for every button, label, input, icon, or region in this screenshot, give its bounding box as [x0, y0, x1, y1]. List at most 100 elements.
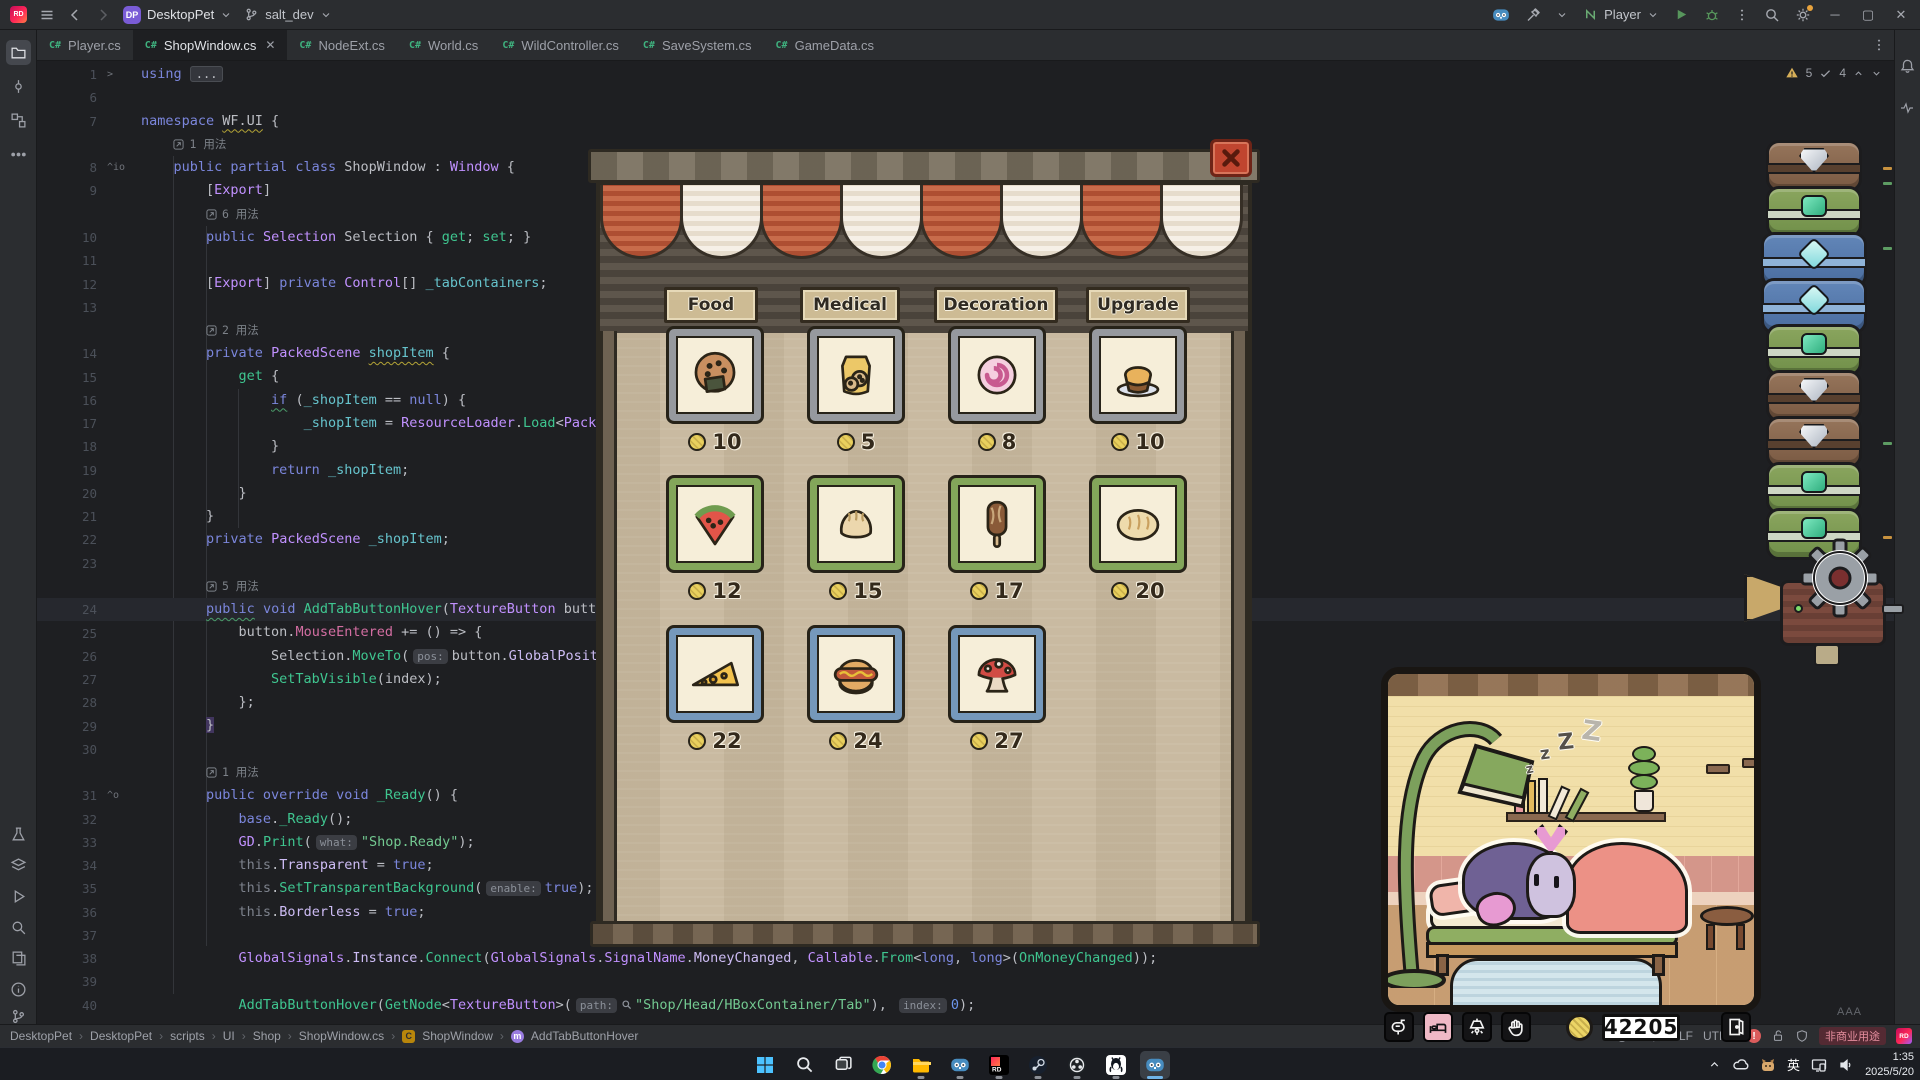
search-everywhere-icon[interactable] [1764, 7, 1780, 23]
run-button[interactable] [1674, 7, 1689, 22]
fold-icon[interactable]: > [107, 69, 141, 80]
mailbox-button[interactable] [1384, 1012, 1414, 1042]
editor-tab[interactable]: C# World.cs [397, 30, 490, 60]
taskbar-app-godot[interactable] [945, 1051, 975, 1079]
taskbar-app-taskview[interactable] [828, 1051, 858, 1079]
breadcrumb-item[interactable]: UI [223, 1029, 235, 1043]
project-selector[interactable]: DP DesktopPet [123, 5, 232, 24]
breadcrumb-item[interactable]: DesktopPet [10, 1029, 72, 1043]
override-marker-icon[interactable]: ^io [107, 162, 141, 173]
files-tool-icon[interactable] [6, 946, 31, 971]
chest-green[interactable] [1766, 324, 1862, 376]
breadcrumb-item[interactable]: ShopWindow [422, 1029, 493, 1043]
maximize-button[interactable]: ▢ [1859, 7, 1877, 23]
problems-info-icon[interactable] [6, 977, 31, 1002]
search-tool-icon[interactable] [6, 915, 31, 940]
breadcrumb-item[interactable]: AddTabButtonHover [531, 1029, 638, 1043]
editor-tab[interactable]: C# SaveSystem.cs [631, 30, 764, 60]
settings-gear-icon[interactable] [1795, 4, 1813, 23]
taskbar-app-godot[interactable] [1140, 1050, 1170, 1079]
taskbar-app-search[interactable] [789, 1051, 819, 1079]
shop-close-button[interactable] [1210, 139, 1252, 177]
taskbar-app-steam[interactable] [1023, 1051, 1053, 1079]
code-line[interactable]: 1 > using ... [37, 63, 1894, 86]
debug-button[interactable] [1704, 7, 1720, 23]
hidden-icons-chevron[interactable] [1708, 1058, 1721, 1071]
shop-tab-upgrade[interactable]: Upgrade [1086, 287, 1190, 323]
weather-cloud-icon[interactable] [1732, 1056, 1749, 1073]
shop-item-hotdog[interactable] [807, 625, 905, 723]
chest-green[interactable] [1766, 186, 1862, 238]
door-exit-button[interactable] [1721, 1012, 1751, 1042]
pet-tray-icon[interactable] [1760, 1057, 1776, 1073]
layers-icon[interactable] [6, 853, 31, 878]
chevron-down-icon[interactable] [1556, 9, 1568, 21]
tab-close-icon[interactable]: ✕ [265, 38, 275, 52]
more-kebab-icon[interactable] [1735, 8, 1749, 22]
editor-tab[interactable]: C# WildController.cs [490, 30, 631, 60]
bed-button[interactable] [1423, 1012, 1453, 1042]
shop-item-onigiri[interactable] [666, 326, 764, 424]
machine-toy[interactable] [1744, 538, 1906, 680]
breadcrumb-item[interactable]: Shop [253, 1029, 281, 1043]
license-chip[interactable]: 非商业用途 [1819, 1027, 1886, 1045]
run-tool-icon[interactable] [6, 884, 31, 909]
breadcrumb-item[interactable]: scripts [170, 1029, 205, 1043]
shop-item-bread[interactable] [1089, 475, 1187, 573]
code-line[interactable]: 6 [37, 86, 1894, 109]
shop-item-cookie-bag[interactable] [807, 326, 905, 424]
shop-item-swirl-candy[interactable] [948, 326, 1046, 424]
forward-icon[interactable] [95, 7, 111, 23]
minimize-button[interactable]: ─ [1826, 7, 1844, 22]
build-hammer-icon[interactable] [1525, 7, 1541, 23]
lamp-button[interactable] [1462, 1012, 1492, 1042]
chest-brown[interactable] [1766, 416, 1862, 468]
run-config-selector[interactable]: Player [1583, 7, 1659, 22]
editor-tab[interactable]: C# NodeExt.cs [287, 30, 397, 60]
shop-item-popsicle[interactable] [948, 475, 1046, 573]
breadcrumb-item[interactable]: DesktopPet [90, 1029, 152, 1043]
editor-tab[interactable]: C# ShopWindow.cs ✕ [132, 30, 288, 60]
main-menu-icon[interactable] [39, 7, 55, 23]
notifications-bell-icon[interactable] [1899, 58, 1917, 76]
shop-tab-decoration[interactable]: Decoration [934, 287, 1058, 323]
taskbar-app-rider[interactable]: RD [984, 1051, 1014, 1079]
taskbar-app-windows[interactable] [750, 1051, 780, 1079]
shop-item-pudding[interactable] [1089, 326, 1187, 424]
godot-editor-icon[interactable] [1492, 6, 1510, 24]
ime-indicator[interactable]: 英 [1787, 1055, 1800, 1074]
back-icon[interactable] [67, 7, 83, 23]
shop-item-cheese[interactable] [666, 625, 764, 723]
chest-brown[interactable] [1766, 370, 1862, 422]
structure-icon[interactable] [6, 108, 31, 133]
taskbar-app-explorer[interactable] [906, 1051, 936, 1079]
branch-selector[interactable]: salt_dev [244, 7, 331, 22]
breadcrumb-item[interactable]: ShopWindow.cs [299, 1029, 384, 1043]
shield-icon[interactable] [1795, 1029, 1809, 1043]
shop-item-mushroom[interactable] [948, 625, 1046, 723]
taskbar-clock[interactable]: 1:35 2025/5/20 [1865, 1050, 1914, 1079]
profiler-pulse-icon[interactable] [1899, 100, 1917, 118]
taskbar-app-qq[interactable] [1101, 1051, 1131, 1079]
commit-icon[interactable] [6, 74, 31, 99]
editor-tab[interactable]: C# Player.cs [37, 30, 133, 60]
tabbar-kebab-icon[interactable] [1872, 30, 1894, 60]
inspections-widget[interactable]: 5 4 [1785, 66, 1882, 80]
chest-brown[interactable] [1766, 140, 1862, 192]
shop-item-watermelon[interactable] [666, 475, 764, 573]
shop-tab-food[interactable]: Food [664, 287, 758, 323]
code-line[interactable]: 7 namespace WF.UI { [37, 110, 1894, 133]
taskbar-app-obs[interactable] [1062, 1051, 1092, 1079]
chest-green[interactable] [1766, 462, 1862, 514]
shop-item-dumpling[interactable] [807, 475, 905, 573]
override-marker-icon[interactable]: ^o [107, 790, 141, 801]
more-tools-icon[interactable] [6, 142, 31, 167]
speaker-icon[interactable] [1838, 1057, 1854, 1073]
taskbar-app-chrome[interactable] [867, 1051, 897, 1079]
tests-flask-icon[interactable] [6, 822, 31, 847]
hand-button[interactable] [1501, 1012, 1531, 1042]
breadcrumb[interactable]: DesktopPet › DesktopPet › scripts › UI › Shop › Sh… [10, 1029, 638, 1043]
shop-tab-medical[interactable]: Medical [800, 287, 900, 323]
project-folder-icon[interactable] [6, 40, 31, 65]
cast-screen-icon[interactable] [1811, 1057, 1827, 1073]
